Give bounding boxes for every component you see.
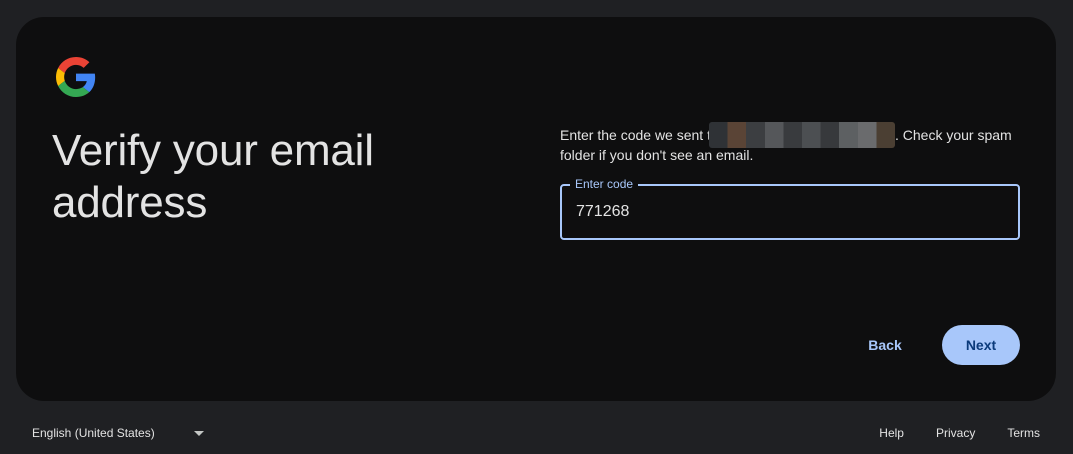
caret-down-icon — [194, 430, 204, 436]
terms-link[interactable]: Terms — [991, 426, 1053, 440]
code-field-label: Enter code — [570, 176, 639, 192]
redacted-email — [708, 122, 895, 149]
code-field[interactable]: Enter code — [560, 176, 1020, 240]
back-button[interactable]: Back — [852, 325, 918, 365]
next-button[interactable]: Next — [942, 325, 1020, 365]
privacy-link[interactable]: Privacy — [920, 426, 991, 440]
page-title: Verify your email address — [52, 126, 374, 227]
language-label: English (United States) — [32, 426, 155, 440]
code-input[interactable] — [576, 200, 996, 224]
language-selector[interactable]: English (United States) — [24, 418, 204, 448]
footer-links: Help Privacy Terms — [863, 418, 1053, 448]
google-logo-icon — [56, 57, 96, 97]
signin-card: Verify your email address Enter the code… — [16, 17, 1056, 401]
instructions-prefix: Enter the code we sent t — [560, 127, 711, 143]
instructions-text: Enter the code we sent t. Check your spa… — [560, 122, 1030, 165]
help-link[interactable]: Help — [863, 426, 920, 440]
